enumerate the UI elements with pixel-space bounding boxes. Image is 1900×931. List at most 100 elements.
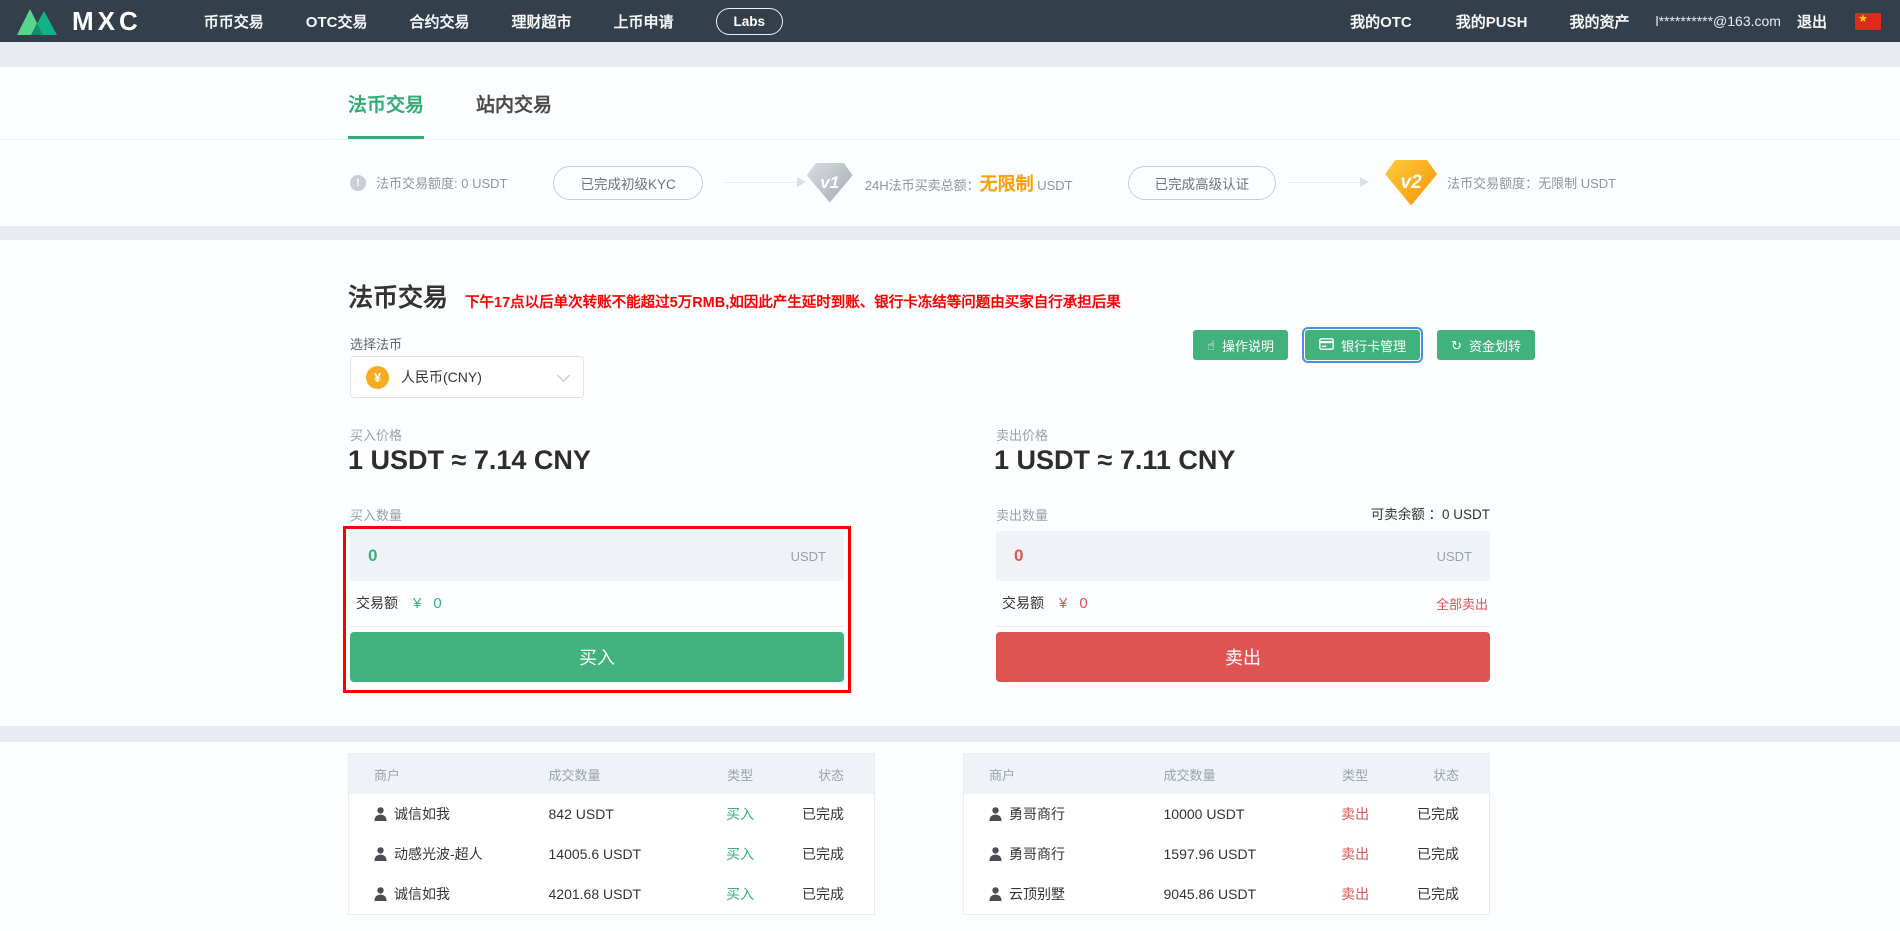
buy-orders-table: 商户 成交数量 类型 状态 诚信如我 842 USDT 买入 已完成 动感光波-… — [348, 753, 875, 915]
divider — [350, 626, 844, 627]
buy-amount-row: 交易额 ¥ 0 — [350, 582, 844, 624]
divider — [996, 626, 1490, 627]
sell-amount-value: 0 — [1079, 594, 1088, 612]
transfer-warning-text: 下午17点以后单次转账不能超过5万RMB,如因此产生延时到账、银行卡冻结等问题由… — [465, 295, 1121, 311]
status-header: 状态 — [1432, 767, 1459, 783]
my-assets-link[interactable]: 我的资产 — [1569, 11, 1629, 32]
nav-item-listing[interactable]: 上币申请 — [614, 11, 674, 32]
buy-amount-value: 0 — [433, 594, 442, 612]
v2-quota-text: 法币交易额度：无限制 USDT — [1447, 176, 1617, 191]
sell-price-label: 卖出价格 — [996, 428, 1049, 443]
recent-orders-card: 商户 成交数量 类型 状态 诚信如我 842 USDT 买入 已完成 动感光波-… — [0, 742, 1900, 931]
merchant-header: 商户 — [989, 767, 1016, 783]
sell-button[interactable]: 卖出 — [996, 632, 1490, 682]
kyc-progress-bar: ! 法币交易额度: 0 USDT 已完成初级KYC v1 24H法币买卖总额：无… — [0, 140, 1900, 225]
merchant-header: 商户 — [374, 767, 401, 783]
daily-total-text: 24H法币买卖总额：无限制 USDT — [864, 173, 1073, 194]
unlimited-highlight: 无限制 — [979, 173, 1034, 194]
v2-badge-icon: v2 — [1385, 159, 1438, 206]
table-header: 商户 成交数量 类型 状态 — [964, 754, 1489, 794]
mxc-logo[interactable]: MXC — [15, 6, 142, 37]
sell-quantity-input[interactable] — [1014, 546, 1314, 566]
kyc-level1-pill[interactable]: 已完成初级KYC — [553, 165, 703, 200]
buy-qty-label: 买入数量 — [350, 508, 403, 523]
nav-item-otc[interactable]: OTC交易 — [306, 11, 368, 32]
type-header: 类型 — [1342, 767, 1369, 783]
mxc-logo-icon — [15, 6, 59, 36]
my-push-link[interactable]: 我的PUSH — [1456, 11, 1528, 32]
select-fiat-label: 选择法币 — [350, 337, 403, 352]
user-icon — [989, 887, 1002, 901]
table-row[interactable]: 动感光波-超人 14005.6 USDT 买入 已完成 — [349, 834, 874, 874]
main-menu: 币币交易 OTC交易 合约交易 理财超市 上币申请 Labs — [204, 7, 784, 35]
sell-unit-label: USDT — [1436, 548, 1472, 564]
sell-price-value: 1 USDT ≈ 7.11 CNY — [994, 445, 1236, 475]
table-row[interactable]: 勇哥商行 1597.96 USDT 卖出 已完成 — [964, 834, 1489, 874]
sell-orders-table: 商户 成交数量 类型 状态 勇哥商行 10000 USDT 卖出 已完成 勇哥商… — [963, 753, 1490, 915]
yuan-symbol: ¥ — [413, 594, 422, 612]
user-icon — [989, 807, 1002, 821]
flag-star: ★ — [1858, 12, 1868, 25]
user-icon — [374, 887, 387, 901]
tab-fiat-trade[interactable]: 法币交易 — [348, 67, 425, 139]
arrow-right-icon — [724, 177, 806, 187]
tabs-kyc-card: 法币交易 站内交易 ! 法币交易额度: 0 USDT 已完成初级KYC v1 2… — [0, 67, 1900, 226]
sell-all-link[interactable]: 全部卖出 — [1436, 594, 1490, 613]
fiat-trade-card: 法币交易 下午17点以后单次转账不能超过5万RMB,如因此产生延时到账、银行卡冻… — [0, 240, 1900, 726]
table-header: 商户 成交数量 类型 状态 — [349, 754, 874, 794]
sell-quantity-field: USDT — [996, 531, 1490, 581]
page: MXC 币币交易 OTC交易 合约交易 理财超市 上币申请 Labs 我的OTC… — [0, 0, 1900, 931]
nav-item-finance[interactable]: 理财超市 — [511, 11, 571, 32]
buy-quantity-field: USDT — [350, 531, 844, 581]
exclamation-icon: ! — [350, 174, 366, 191]
language-flag-icon[interactable]: ★ — [1855, 12, 1881, 30]
fiat-currency-select[interactable]: ¥ 人民币(CNY) — [350, 356, 584, 398]
selected-currency: 人民币(CNY) — [401, 369, 482, 385]
bank-card-manage-button[interactable]: 银行卡管理 — [1302, 327, 1424, 363]
sellable-balance: 可卖余额 ：0 USDT — [1370, 507, 1490, 522]
type-header: 类型 — [727, 767, 754, 783]
labs-button[interactable]: Labs — [715, 7, 784, 35]
table-row[interactable]: 云顶别墅 9045.86 USDT 卖出 已完成 — [964, 874, 1489, 914]
brand-name: MXC — [72, 5, 142, 36]
page-title: 法币交易 — [348, 284, 449, 312]
chevron-down-icon — [557, 368, 570, 382]
status-header: 状态 — [817, 767, 844, 783]
fiat-quota-text: 法币交易额度: 0 USDT — [376, 176, 508, 191]
amount-header: 成交数量 — [548, 767, 601, 783]
user-icon — [989, 847, 1002, 861]
buy-amount-label: 交易额 — [356, 595, 398, 611]
transfer-circle-icon: ↻ — [1451, 337, 1462, 353]
operation-guide-button[interactable]: ☝ 操作说明 — [1193, 330, 1289, 360]
bank-card-icon — [1319, 338, 1334, 352]
tab-internal-trade[interactable]: 站内交易 — [476, 67, 552, 139]
table-row[interactable]: 诚信如我 842 USDT 买入 已完成 — [349, 794, 874, 834]
hand-pointer-icon: ☝ — [1207, 337, 1216, 353]
sell-amount-label: 交易额 — [1002, 595, 1044, 611]
kyc-level2-pill[interactable]: 已完成高级认证 — [1127, 165, 1277, 200]
amount-header: 成交数量 — [1163, 767, 1216, 783]
sell-amount-row: 交易额 ¥ 0 全部卖出 — [996, 582, 1490, 624]
yuan-icon: ¥ — [366, 365, 389, 389]
user-menu: 我的OTC 我的PUSH 我的资产 l**********@163.com 退出… — [1350, 11, 1881, 32]
buy-unit-label: USDT — [790, 548, 826, 564]
v1-badge-icon: v1 — [806, 162, 853, 203]
top-navigation: MXC 币币交易 OTC交易 合约交易 理财超市 上币申请 Labs 我的OTC… — [0, 0, 1900, 42]
buy-button[interactable]: 买入 — [350, 632, 844, 682]
table-row[interactable]: 勇哥商行 10000 USDT 卖出 已完成 — [964, 794, 1489, 834]
buy-price-label: 买入价格 — [350, 428, 403, 443]
buy-price-value: 1 USDT ≈ 7.14 CNY — [348, 445, 591, 475]
nav-item-spot[interactable]: 币币交易 — [204, 11, 264, 32]
buy-quantity-input[interactable] — [368, 546, 668, 566]
nav-item-contract[interactable]: 合约交易 — [409, 11, 469, 32]
trade-tabs: 法币交易 站内交易 — [0, 67, 1900, 140]
yuan-symbol: ¥ — [1059, 594, 1068, 612]
my-otc-link[interactable]: 我的OTC — [1350, 11, 1412, 32]
fund-transfer-button[interactable]: ↻ 资金划转 — [1437, 330, 1535, 360]
table-row[interactable]: 诚信如我 4201.68 USDT 买入 已完成 — [349, 874, 874, 914]
user-icon — [374, 847, 387, 861]
account-email[interactable]: l**********@163.com — [1655, 13, 1781, 29]
user-icon — [374, 807, 387, 821]
arrow-right-icon — [1288, 177, 1370, 187]
logout-link[interactable]: 退出 — [1797, 11, 1827, 32]
